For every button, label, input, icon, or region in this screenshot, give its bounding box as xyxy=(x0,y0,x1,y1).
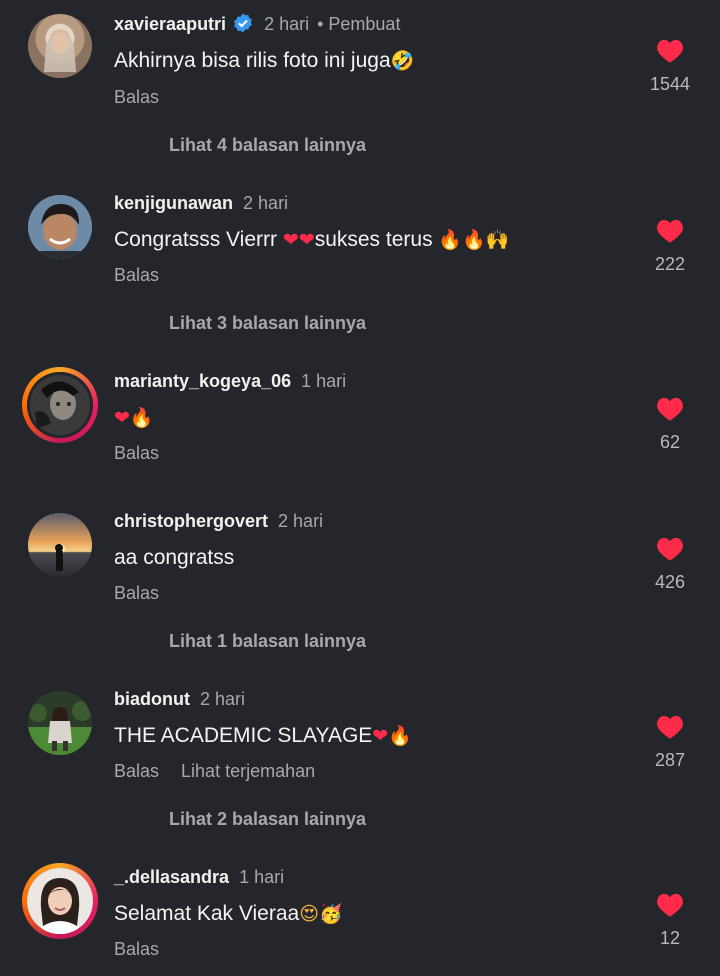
view-replies-link[interactable]: Lihat 4 balasan lainnya xyxy=(169,135,366,156)
avatar-story-ring[interactable] xyxy=(22,367,98,443)
avatar[interactable] xyxy=(28,691,92,755)
heart-icon xyxy=(657,397,683,421)
creator-badge: • Pembuat xyxy=(317,14,401,34)
username[interactable]: marianty_kogeya_06 xyxy=(114,371,291,391)
emoji-fire: 🔥 xyxy=(388,725,412,747)
username-row: marianty_kogeya_06 1 hari xyxy=(114,371,346,392)
reply-button[interactable]: Balas xyxy=(114,583,159,603)
like-button[interactable]: 1544 xyxy=(640,38,700,95)
heart-icon xyxy=(657,39,683,63)
comment-text-body: Selamat Kak Vieraa xyxy=(114,902,300,925)
avatar[interactable] xyxy=(28,195,92,259)
see-translation-button[interactable]: Lihat terjemahan xyxy=(181,761,315,781)
username-row: _.dellasandra 1 hari xyxy=(114,867,284,888)
emoji-rofl: 🤣 xyxy=(390,50,415,72)
avatar-image xyxy=(44,29,76,72)
like-button[interactable]: 287 xyxy=(640,714,700,771)
avatar-image xyxy=(28,195,92,259)
emoji-raised-hands: 🙌 xyxy=(485,229,510,251)
comment-time: 1 hari xyxy=(301,371,347,391)
comment-time: 2 hari xyxy=(199,689,246,709)
comment-time: 1 hari xyxy=(239,867,285,887)
avatar-image xyxy=(28,513,92,577)
emoji-fire: 🔥 xyxy=(129,407,154,429)
comment-time: 2 hari xyxy=(278,511,324,531)
comment-text: Congratsss Vierrr ❤❤sukses terus 🔥🔥🙌 xyxy=(114,228,509,252)
reply-button[interactable]: Balas xyxy=(114,265,159,285)
comment-text-part: sukses terus xyxy=(314,228,433,251)
username[interactable]: kenjigunawan xyxy=(114,193,233,213)
avatar-image xyxy=(30,375,90,435)
username[interactable]: christophergovert xyxy=(114,511,268,531)
heart-icon xyxy=(657,537,683,561)
comment-text: aa congratss xyxy=(114,546,235,569)
username-row: kenjigunawan 2 hari xyxy=(114,193,288,214)
heart-icon xyxy=(657,715,683,739)
avatar-image xyxy=(27,868,93,934)
like-count: 426 xyxy=(654,572,686,592)
view-replies-link[interactable]: Lihat 3 balasan lainnya xyxy=(169,313,366,334)
emoji-fire: 🔥🔥 xyxy=(438,229,486,251)
like-count: 12 xyxy=(659,928,681,948)
comment-text: THE ACADEMIC SLAYAGE❤🔥 xyxy=(114,724,412,748)
emoji-hearts: ❤❤ xyxy=(282,229,315,251)
emoji-heart-eyes: 😍 xyxy=(299,903,320,925)
like-count: 287 xyxy=(654,750,686,770)
username[interactable]: biadonut xyxy=(114,689,190,709)
reply-button[interactable]: Balas xyxy=(114,939,159,959)
comment-time: 2 hari xyxy=(264,14,310,34)
avatar[interactable] xyxy=(28,14,92,78)
reply-button[interactable]: Balas xyxy=(114,443,159,463)
reply-button[interactable]: Balas xyxy=(114,761,159,781)
like-button[interactable]: 426 xyxy=(640,536,700,593)
view-replies-link[interactable]: Lihat 2 balasan lainnya xyxy=(169,809,366,830)
username[interactable]: xavieraaputri xyxy=(114,14,226,34)
like-button[interactable]: 222 xyxy=(640,218,700,275)
avatar-story-ring[interactable] xyxy=(22,863,98,939)
comment-text: Akhirnya bisa rilis foto ini juga🤣 xyxy=(114,49,414,73)
comment-text: ❤🔥 xyxy=(114,406,154,430)
reply-button[interactable]: Balas xyxy=(114,87,159,107)
heart-icon xyxy=(657,893,683,917)
verified-badge-icon xyxy=(234,13,252,33)
heart-icon xyxy=(657,219,683,243)
like-count: 62 xyxy=(659,432,681,452)
username[interactable]: _.dellasandra xyxy=(114,867,229,887)
comment-text-body: THE ACADEMIC SLAYAGE xyxy=(114,724,373,747)
view-replies-link[interactable]: Lihat 1 balasan lainnya xyxy=(169,631,366,652)
avatar[interactable] xyxy=(28,513,92,577)
avatar-image xyxy=(28,691,92,755)
like-count: 1544 xyxy=(649,74,691,94)
comment-text: Selamat Kak Vieraa😍🥳 xyxy=(114,902,343,926)
like-count: 222 xyxy=(654,254,686,274)
emoji-heart: ❤ xyxy=(372,725,389,747)
emoji-party-face: 🥳 xyxy=(319,903,343,925)
emoji-heart: ❤ xyxy=(114,407,130,429)
comment-text-body: Akhirnya bisa rilis foto ini juga xyxy=(114,49,391,72)
username-row: biadonut 2 hari xyxy=(114,689,245,710)
username-row: xavieraaputri 2 hari • Pembuat xyxy=(114,12,400,35)
like-button[interactable]: 62 xyxy=(640,396,700,453)
username-row: christophergovert 2 hari xyxy=(114,511,323,532)
like-button[interactable]: 12 xyxy=(640,892,700,949)
comment-text-part: Congratsss Vierrr xyxy=(114,228,277,251)
comment-time: 2 hari xyxy=(243,193,289,213)
